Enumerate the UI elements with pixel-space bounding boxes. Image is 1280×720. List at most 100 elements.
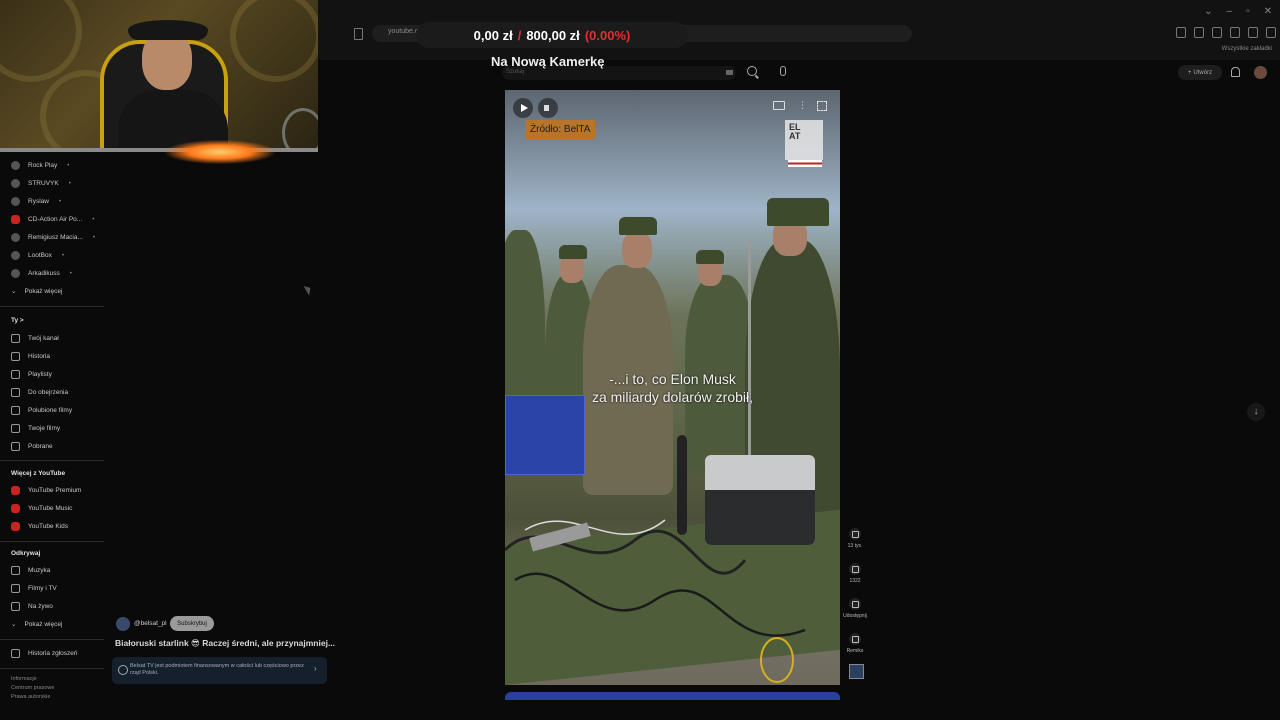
minimize-icon[interactable]: – bbox=[1227, 6, 1233, 17]
sidebar-item-label: Ryslaw bbox=[28, 198, 49, 205]
sidebar-sub-remigiusz[interactable]: Remigiusz Macia... • bbox=[11, 233, 95, 242]
sidebar-explore-show-more[interactable]: ⌄ Pokaż więcej bbox=[11, 620, 62, 629]
footer-link[interactable]: Prawa autorskie bbox=[11, 694, 50, 700]
youtube-kids-icon bbox=[11, 522, 20, 531]
sidebar-item-liked[interactable]: Polubione filmy bbox=[11, 406, 72, 415]
fire-effect bbox=[165, 140, 275, 164]
footer-link[interactable]: Informacje bbox=[11, 676, 37, 682]
tab-list-icon[interactable]: ⌄ bbox=[1204, 6, 1212, 17]
divider bbox=[0, 541, 104, 542]
channel-avatar bbox=[11, 269, 20, 278]
live-dot-icon: • bbox=[92, 216, 95, 223]
extension-icons bbox=[1176, 27, 1280, 38]
sidebar-sub-lootbox[interactable]: LootBox • bbox=[11, 251, 64, 260]
sidebar-item-playlists[interactable]: Playlisty bbox=[11, 370, 52, 379]
subtitle-line: za miliardy dolarów zrobił, bbox=[591, 389, 754, 405]
remix-button[interactable]: Remiks bbox=[843, 633, 867, 654]
volume-button[interactable] bbox=[538, 98, 558, 118]
keyboard-icon[interactable] bbox=[726, 70, 733, 75]
sidebar-sub-struvyk[interactable]: STRUVYK • bbox=[11, 179, 71, 188]
live-dot-icon: • bbox=[92, 234, 96, 241]
sidebar-item-kids[interactable]: YouTube Kids bbox=[11, 522, 68, 531]
next-short-preview[interactable] bbox=[505, 692, 840, 700]
sidebar-icon[interactable] bbox=[1212, 27, 1222, 38]
sidebar-item-movies[interactable]: Filmy i TV bbox=[11, 584, 57, 593]
funding-info-panel[interactable]: Belsat TV jest podmiotem finansowanym w … bbox=[112, 657, 327, 684]
live-dot-icon: • bbox=[61, 252, 64, 259]
fullscreen-icon[interactable] bbox=[817, 101, 827, 111]
create-button[interactable]: + Utwórz bbox=[1178, 65, 1222, 80]
sidebar-item-history[interactable]: Historia bbox=[11, 352, 50, 361]
shorts-video-player[interactable]: Źródło: BelTA EL AT -...i to, co Elon Mu… bbox=[505, 90, 840, 685]
footer-link[interactable]: Centrum prasowe bbox=[11, 685, 54, 691]
audio-thumbnail[interactable] bbox=[849, 664, 864, 679]
sidebar-sub-arkadikuss[interactable]: Arkadikuss • bbox=[11, 269, 72, 278]
comments-button[interactable]: 1322 bbox=[843, 563, 867, 584]
channel-icon bbox=[11, 334, 20, 343]
soldier-face bbox=[560, 255, 584, 283]
captions-icon[interactable] bbox=[773, 101, 785, 110]
channel-avatar bbox=[11, 215, 20, 224]
youtube-premium-icon bbox=[11, 486, 20, 495]
channel-handle[interactable]: @belsat_pl bbox=[134, 620, 167, 627]
channel-avatar bbox=[11, 197, 20, 206]
share-icon bbox=[849, 598, 861, 610]
extension-icon[interactable] bbox=[1176, 27, 1186, 38]
divider bbox=[0, 668, 104, 669]
sidebar-item-label: YouTube Music bbox=[28, 505, 73, 512]
sidebar-item-your-videos[interactable]: Twoje filmy bbox=[11, 424, 60, 433]
window-controls: ⌄ – ▫ ✕ bbox=[1204, 6, 1272, 17]
puzzle-icon[interactable] bbox=[1248, 27, 1258, 38]
sidebar-item-label: Na żywo bbox=[28, 603, 53, 610]
webcam-overlay bbox=[0, 0, 318, 152]
clock-icon bbox=[11, 388, 20, 397]
antenna bbox=[748, 240, 751, 460]
download-icon bbox=[11, 442, 20, 451]
sidebar-item-music-explore[interactable]: Muzyka bbox=[11, 566, 50, 575]
sidebar-you-heading[interactable]: Ty > bbox=[11, 317, 24, 324]
sidebar-item-your-channel[interactable]: Twój kanał bbox=[11, 334, 59, 343]
sidebar-item-report-history[interactable]: Historia zgłoszeń bbox=[11, 649, 78, 658]
notifications-bell-icon[interactable] bbox=[1231, 67, 1240, 77]
flag-icon bbox=[11, 649, 20, 658]
channel-avatar[interactable] bbox=[116, 617, 130, 631]
sidebar-show-more[interactable]: ⌄ Pokaż więcej bbox=[11, 287, 62, 296]
screenshot-icon[interactable] bbox=[1230, 27, 1240, 38]
sidebar-item-live[interactable]: Na żywo bbox=[11, 602, 53, 611]
live-dot-icon: • bbox=[67, 162, 70, 169]
video-title[interactable]: Białoruski starlink 😎 Raczej średni, ale… bbox=[115, 638, 335, 649]
play-button[interactable] bbox=[513, 98, 533, 118]
remix-icon bbox=[849, 633, 861, 645]
next-video-arrow-icon[interactable]: ↓ bbox=[1247, 403, 1265, 421]
cables-drawing bbox=[505, 519, 806, 683]
subscribe-button[interactable]: Subskrybuj bbox=[170, 616, 214, 631]
ornament-pattern bbox=[230, 0, 318, 82]
location-icon[interactable] bbox=[1266, 27, 1276, 38]
like-button[interactable]: 13 tys. bbox=[843, 528, 867, 549]
sidebar-item-label: Twój kanał bbox=[28, 335, 59, 342]
microphone-icon[interactable] bbox=[780, 66, 786, 76]
sidebar-item-downloads[interactable]: Pobrane bbox=[11, 442, 53, 451]
sidebar-item-music[interactable]: YouTube Music bbox=[11, 504, 72, 513]
sidebar-item-watch-later[interactable]: Do obejrzenia bbox=[11, 388, 68, 397]
sidebar-sub-cd-action[interactable]: CD-Action Air Po... • bbox=[11, 215, 94, 224]
user-avatar[interactable] bbox=[1254, 66, 1267, 79]
search-icon[interactable] bbox=[747, 66, 757, 76]
soldier-cap bbox=[696, 250, 724, 264]
sidebar-item-label: Pobrane bbox=[28, 443, 53, 450]
divider bbox=[0, 306, 104, 307]
sidebar-sub-ryslaw[interactable]: Ryslaw • bbox=[11, 197, 61, 206]
channel-avatar bbox=[11, 233, 20, 242]
donation-goal-bar: 0,00 zł / 800,00 zł (0.00%) bbox=[416, 22, 688, 48]
bookmark-icon[interactable] bbox=[354, 28, 363, 40]
all-bookmarks-label[interactable]: Wszystkie zakładki bbox=[1222, 46, 1272, 52]
share-button[interactable]: Udostępnij bbox=[843, 598, 867, 619]
sidebar-sub-rock-play[interactable]: Rock Play • bbox=[11, 161, 69, 170]
close-icon[interactable]: ✕ bbox=[1264, 6, 1272, 17]
maximize-icon[interactable]: ▫ bbox=[1246, 6, 1250, 17]
more-options-icon[interactable]: ⋮ bbox=[798, 100, 807, 111]
sidebar-item-premium[interactable]: YouTube Premium bbox=[11, 486, 81, 495]
divider bbox=[0, 639, 104, 640]
donation-current: 0,00 zł bbox=[473, 27, 513, 43]
music-icon[interactable] bbox=[1194, 27, 1204, 38]
